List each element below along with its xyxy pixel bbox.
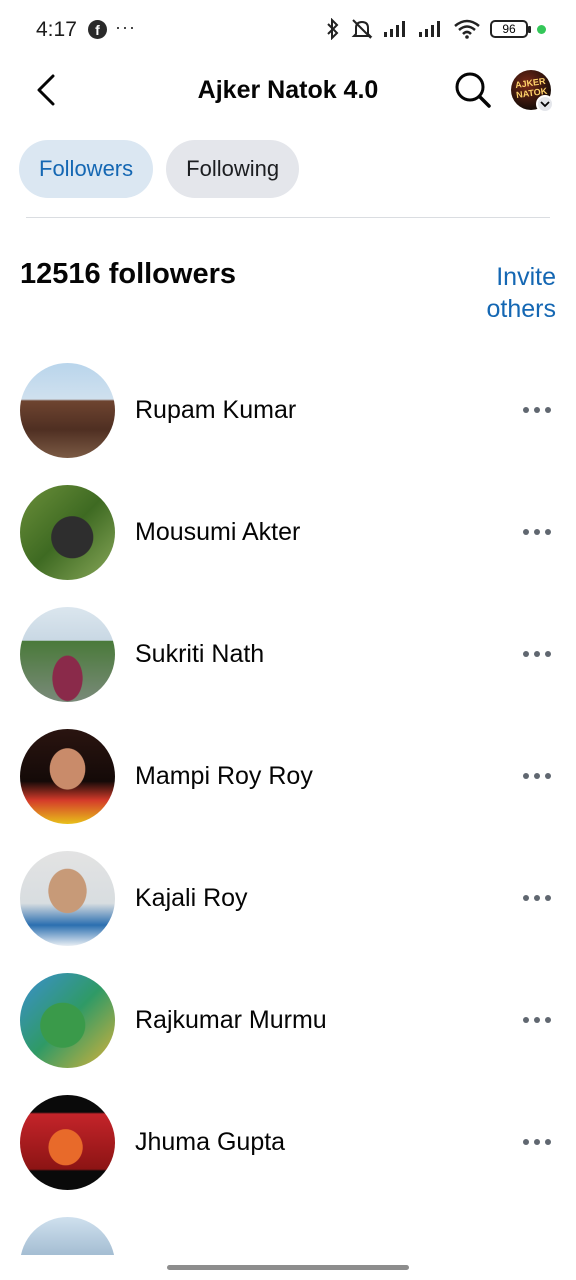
followers-count: 12516 followers <box>20 258 236 290</box>
wifi-icon <box>454 19 480 39</box>
avatar[interactable] <box>20 973 115 1068</box>
more-options-button[interactable] <box>514 514 560 550</box>
more-horizontal-icon <box>523 1017 529 1023</box>
notification-icons: f ··· <box>88 16 136 39</box>
follower-name[interactable]: Kajali Roy <box>135 884 248 913</box>
status-bar: 4:17 f ··· 96 <box>0 0 576 62</box>
status-time: 4:17 <box>36 18 77 41</box>
battery-icon: 96 <box>490 20 531 38</box>
more-horizontal-icon <box>523 895 529 901</box>
divider <box>26 217 550 218</box>
follower-list: Rupam Kumar Mousumi Akter Sukriti Nath M… <box>0 362 576 1255</box>
follower-name[interactable]: Sukriti Nath <box>135 640 264 669</box>
avatar[interactable] <box>20 851 115 946</box>
search-icon <box>455 72 491 108</box>
invite-others-link[interactable]: Invite others <box>436 261 556 325</box>
follower-name[interactable]: Rupam Kumar <box>135 396 296 425</box>
avatar[interactable] <box>20 1217 115 1255</box>
follower-name[interactable]: Jhuma Gupta <box>135 1128 285 1157</box>
more-options-button[interactable] <box>514 1002 560 1038</box>
more-options-button[interactable] <box>514 880 560 916</box>
avatar[interactable] <box>20 729 115 824</box>
list-item[interactable]: Rupam Kumar <box>0 362 576 458</box>
signal-icon <box>384 21 405 37</box>
more-horizontal-icon <box>523 407 529 413</box>
signal-icon <box>419 21 440 37</box>
avatar[interactable] <box>20 363 115 458</box>
account-switcher-button[interactable] <box>536 95 554 113</box>
facebook-icon: f <box>88 20 107 39</box>
more-horizontal-icon <box>523 529 529 535</box>
search-button[interactable] <box>452 69 494 111</box>
chevron-down-icon <box>540 100 550 107</box>
more-icon: ··· <box>115 16 136 37</box>
tab-following[interactable]: Following <box>166 140 300 198</box>
list-item[interactable]: Sukriti Nath <box>0 606 576 702</box>
avatar[interactable] <box>20 607 115 702</box>
list-item[interactable]: Mampi Roy Roy <box>0 728 576 824</box>
avatar[interactable] <box>20 1095 115 1190</box>
bluetooth-icon <box>327 18 339 40</box>
tab-followers[interactable]: Followers <box>19 140 154 198</box>
more-horizontal-icon <box>523 773 529 779</box>
home-indicator[interactable] <box>167 1265 409 1270</box>
more-options-button[interactable] <box>514 392 560 428</box>
list-item[interactable]: Kajali Roy <box>0 850 576 946</box>
header: Ajker Natok 4.0 AJKER NATOK <box>0 62 576 120</box>
more-horizontal-icon <box>523 651 529 657</box>
list-item[interactable]: Jhuma Gupta <box>0 1094 576 1190</box>
more-horizontal-icon <box>523 1139 529 1145</box>
follower-name[interactable]: Mousumi Akter <box>135 518 300 547</box>
more-options-button[interactable] <box>514 1124 560 1160</box>
list-item[interactable]: Rajkumar Murmu <box>0 972 576 1068</box>
tab-bar: Followers Following <box>19 140 300 198</box>
system-icons: 96 <box>325 18 546 40</box>
mute-icon <box>351 19 373 39</box>
list-item[interactable] <box>0 1216 576 1255</box>
follower-name[interactable]: Rajkumar Murmu <box>135 1006 327 1035</box>
privacy-indicator <box>537 24 546 34</box>
more-options-button[interactable] <box>514 758 560 794</box>
list-item[interactable]: Mousumi Akter <box>0 484 576 580</box>
avatar[interactable] <box>20 485 115 580</box>
more-options-button[interactable] <box>514 636 560 672</box>
follower-name[interactable]: Mampi Roy Roy <box>135 762 313 791</box>
